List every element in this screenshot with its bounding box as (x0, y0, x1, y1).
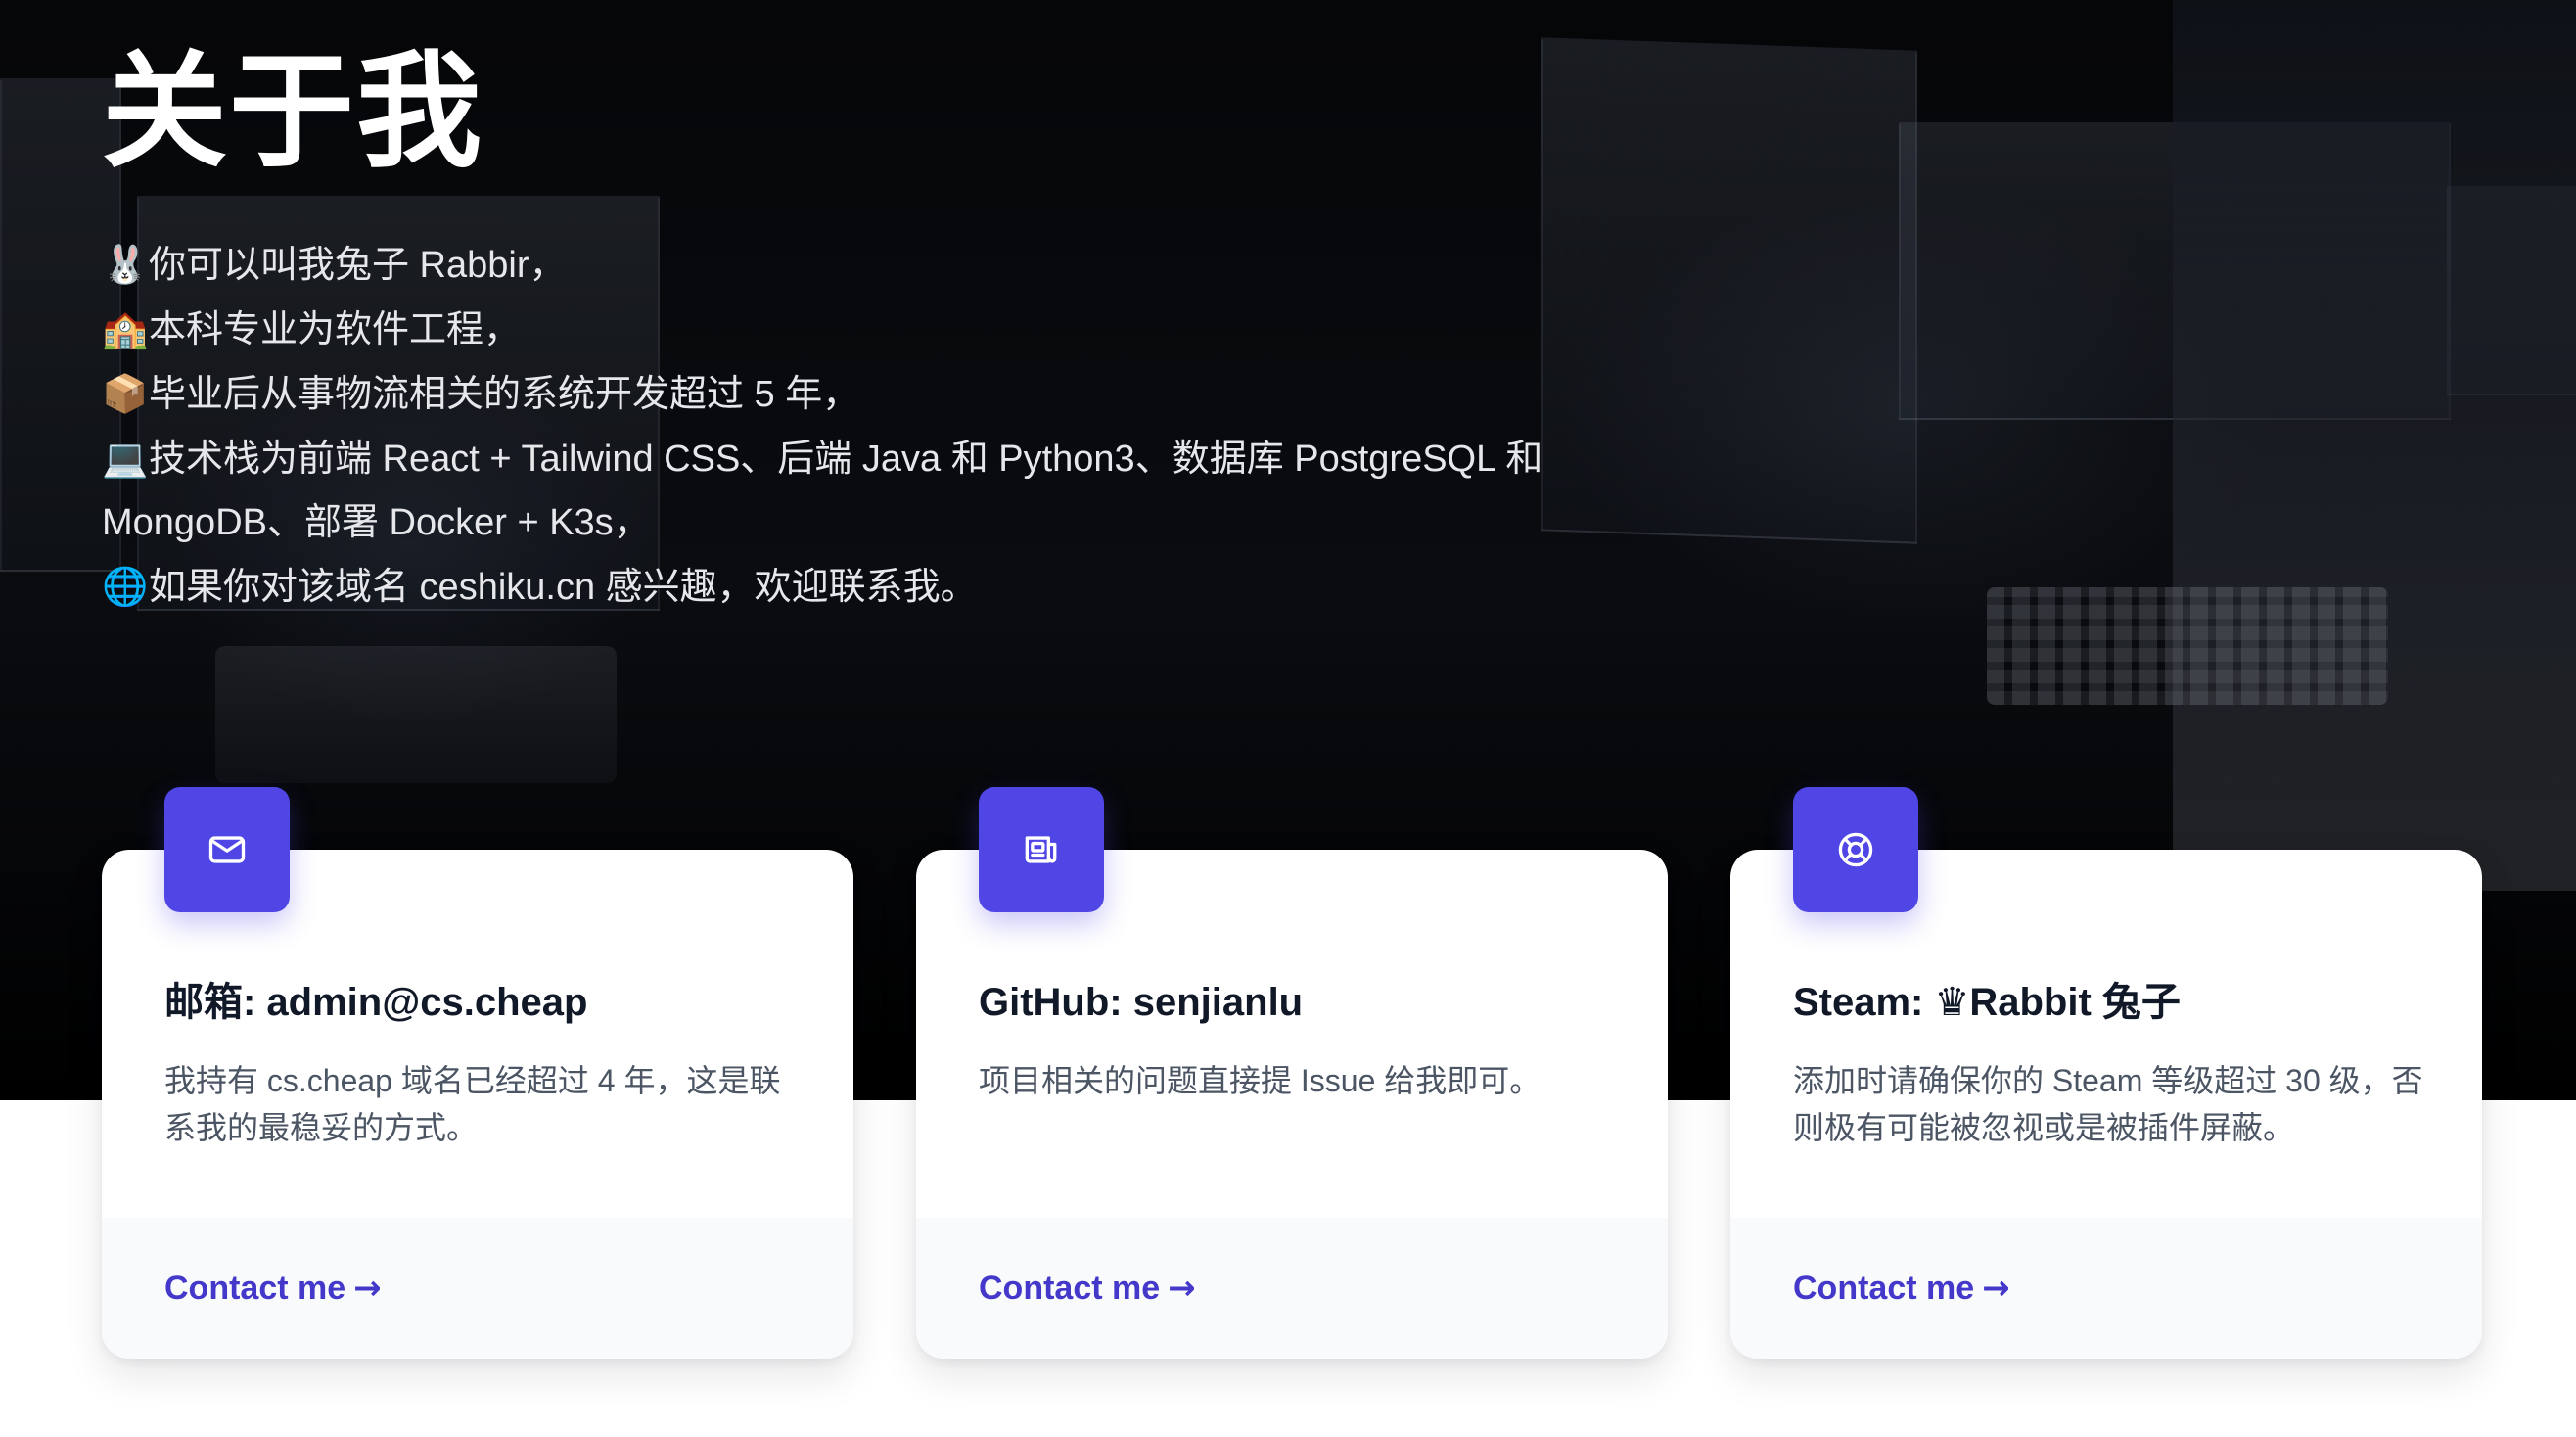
intro-line-text: 如果你对该域名 ceshiku.cn 感兴趣，欢迎联系我。 (149, 567, 978, 608)
intro-line-education: 🏫本科专业为软件工程， (102, 298, 1629, 362)
arrow-right-icon: → (1982, 1269, 2010, 1308)
lifebuoy-icon (1793, 787, 1918, 912)
intro-line-tech-stack: 💻技术栈为前端 React + Tailwind CSS、后端 Java 和 P… (102, 427, 1629, 555)
intro-line-domain: 🌐如果你对该域名 ceshiku.cn 感兴趣，欢迎联系我。 (102, 555, 1629, 620)
contact-me-link-steam[interactable]: Contact me → (1793, 1267, 2010, 1310)
contact-card-email: 邮箱: admin@cs.cheap 我持有 cs.cheap 域名已经超过 4… (102, 787, 853, 1359)
contact-me-link-github[interactable]: Contact me → (979, 1267, 1196, 1310)
globe-icon: 🌐 (102, 565, 149, 608)
laptop-icon: 💻 (102, 437, 149, 480)
school-icon: 🏫 (102, 307, 149, 350)
arrow-right-icon: → (1168, 1269, 1196, 1308)
contact-me-link-email[interactable]: Contact me → (164, 1267, 382, 1310)
card-description: 我持有 cs.cheap 域名已经超过 4 年，这是联系我的最稳妥的方式。 (164, 1063, 781, 1145)
background-desk (2173, 0, 2576, 891)
card-body: Steam: ♛Rabbit 兔子 添加时请确保你的 Steam 等级超过 30… (1793, 977, 2429, 1151)
intro-line-text: 本科专业为软件工程， (149, 309, 522, 350)
card-title: 邮箱: admin@cs.cheap (164, 981, 588, 1024)
intro-line-experience: 📦毕业后从事物流相关的系统开发超过 5 年， (102, 362, 1629, 427)
card-description: 项目相关的问题直接提 Issue 给我即可。 (979, 1063, 1541, 1098)
background-keyboard (1987, 587, 2388, 705)
intro-line-text: 你可以叫我兔子 Rabbir， (149, 245, 567, 286)
card-footer: Contact me → (102, 1218, 853, 1359)
about-content: 关于我 🐰你可以叫我兔子 Rabbir， 🏫本科专业为软件工程， 📦毕业后从事物… (102, 39, 1629, 620)
newspaper-icon (979, 787, 1104, 912)
card-footer: Contact me → (916, 1218, 1668, 1359)
package-icon: 📦 (102, 372, 149, 415)
card-footer: Contact me → (1730, 1218, 2482, 1359)
background-laptop (215, 646, 617, 783)
contact-me-label: Contact me (164, 1270, 346, 1307)
card-title: GitHub: senjianlu (979, 981, 1304, 1024)
contact-cards: 邮箱: admin@cs.cheap 我持有 cs.cheap 域名已经超过 4… (102, 787, 2482, 1359)
card-description: 添加时请确保你的 Steam 等级超过 30 级，否则极有可能被忽视或是被插件屏… (1793, 1063, 2423, 1145)
intro-line-text: 毕业后从事物流相关的系统开发超过 5 年， (149, 374, 860, 415)
page-title: 关于我 (102, 42, 484, 182)
rabbit-icon: 🐰 (102, 243, 149, 286)
contact-me-label: Contact me (1793, 1270, 1975, 1307)
about-page: 关于我 🐰你可以叫我兔子 Rabbir， 🏫本科专业为软件工程， 📦毕业后从事物… (0, 0, 2576, 1437)
intro-line-name: 🐰你可以叫我兔子 Rabbir， (102, 233, 1629, 298)
card-title: Steam: ♛Rabbit 兔子 (1793, 981, 2181, 1024)
contact-card-github: GitHub: senjianlu 项目相关的问题直接提 Issue 给我即可。… (916, 787, 1668, 1359)
contact-card-steam: Steam: ♛Rabbit 兔子 添加时请确保你的 Steam 等级超过 30… (1730, 787, 2482, 1359)
intro-line-text: 技术栈为前端 React + Tailwind CSS、后端 Java 和 Py… (102, 439, 1543, 543)
card-body: GitHub: senjianlu 项目相关的问题直接提 Issue 给我即可。 (979, 977, 1615, 1104)
card-body: 邮箱: admin@cs.cheap 我持有 cs.cheap 域名已经超过 4… (164, 977, 801, 1151)
intro-text: 🐰你可以叫我兔子 Rabbir， 🏫本科专业为软件工程， 📦毕业后从事物流相关的… (102, 233, 1629, 620)
contact-me-label: Contact me (979, 1270, 1161, 1307)
mail-icon (164, 787, 290, 912)
arrow-right-icon: → (353, 1269, 382, 1308)
